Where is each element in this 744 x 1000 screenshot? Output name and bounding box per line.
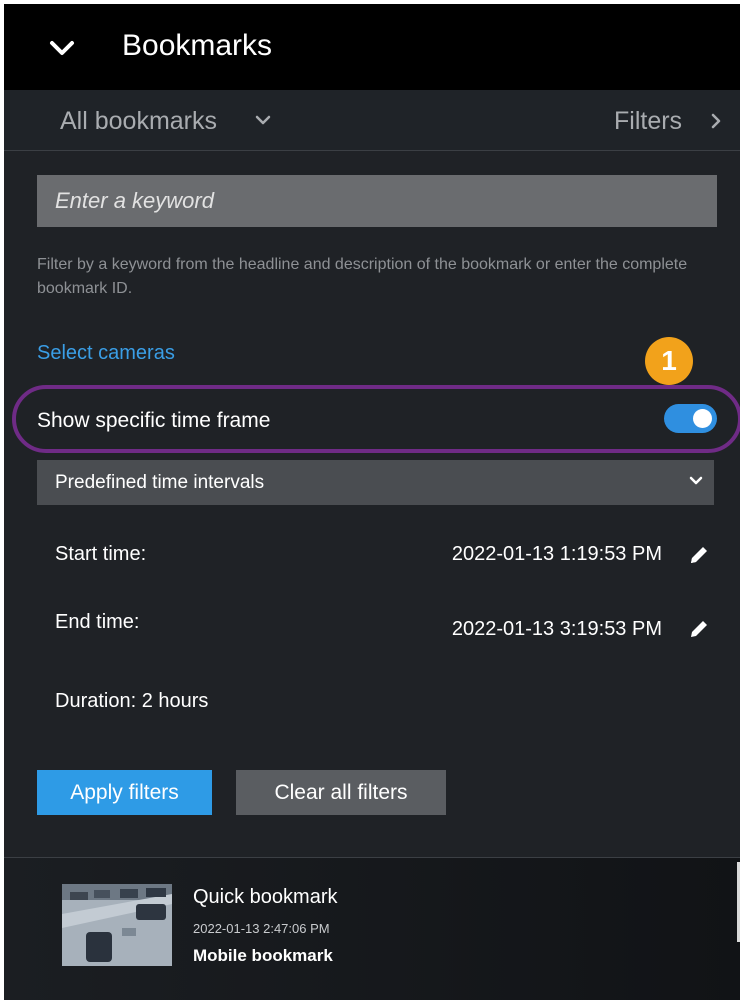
time-interval-select[interactable]: Predefined time intervals [37,460,714,505]
bookmark-title: Quick bookmark [193,886,338,908]
edit-pencil-icon[interactable] [688,618,710,640]
keyword-search-input[interactable] [37,175,717,227]
chevron-right-icon[interactable] [710,113,722,129]
bookmark-scope-dropdown[interactable]: All bookmarks [60,106,217,136]
callout-number-badge: 1 [645,337,693,385]
chevron-down-icon[interactable] [48,34,76,62]
parking-lot-image [62,884,172,966]
filters-link[interactable]: Filters [614,106,682,136]
bookmark-timestamp: 2022-01-13 2:47:06 PM [193,921,330,936]
time-frame-toggle[interactable] [664,404,717,433]
end-time-value: 2022-01-13 3:19:53 PM [451,618,662,640]
edit-pencil-icon[interactable] [688,544,710,566]
start-time-value: 2022-01-13 1:19:53 PM [451,543,662,565]
time-frame-label: Show specific time frame [37,409,271,432]
scope-bar: All bookmarks Filters [4,90,740,151]
start-time-label: Start time: [55,543,147,565]
bookmarks-panel: Bookmarks All bookmarks Filters Filter b… [4,4,740,1000]
scrollbar[interactable] [737,862,740,942]
list-item[interactable]: Quick bookmark 2022-01-13 2:47:06 PM Mob… [4,858,740,1000]
header-bar: Bookmarks [4,4,740,90]
end-time-label: End time: [55,611,140,633]
chevron-down-icon[interactable] [255,114,271,126]
keyword-hint-text: Filter by a keyword from the headline an… [37,256,688,297]
chevron-down-icon [689,476,703,485]
select-cameras-link[interactable]: Select cameras [37,340,175,366]
bookmark-subtitle: Mobile bookmark [193,946,333,965]
toggle-knob [693,409,712,428]
clear-all-filters-button[interactable]: Clear all filters [236,770,446,815]
apply-filters-button[interactable]: Apply filters [37,770,212,815]
bookmark-thumbnail [62,884,172,966]
time-interval-selected: Predefined time intervals [55,472,265,493]
duration-text: Duration: 2 hours [55,690,209,712]
page-title: Bookmarks [122,29,273,62]
